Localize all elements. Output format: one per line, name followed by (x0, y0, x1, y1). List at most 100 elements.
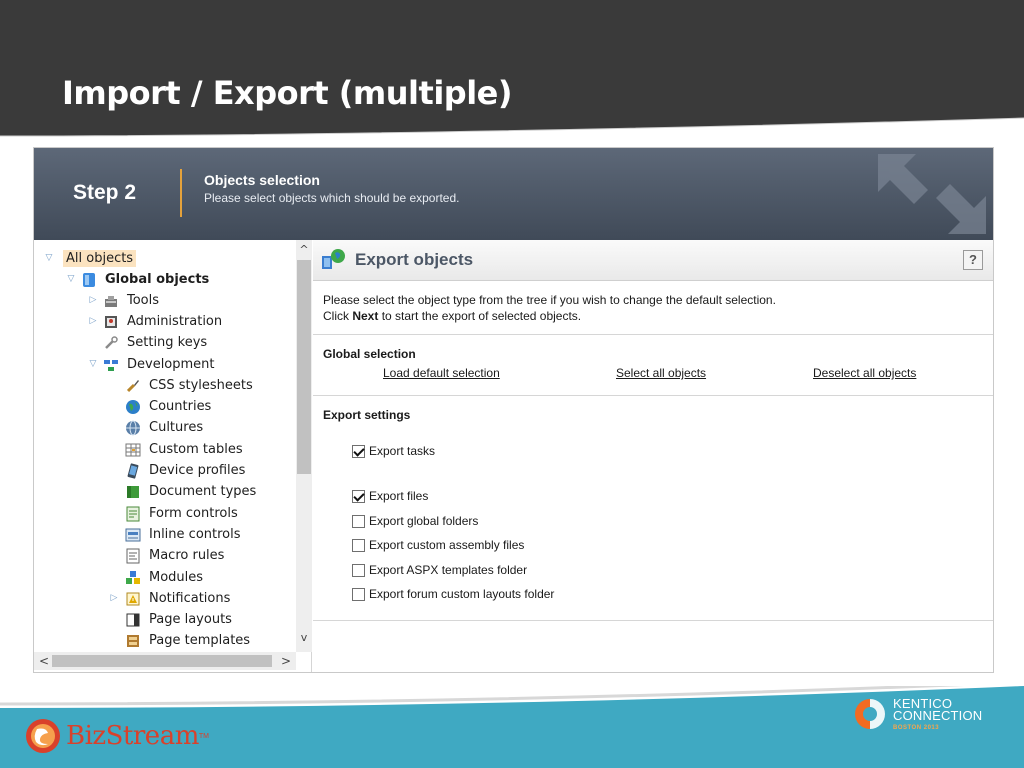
scrollbar-thumb[interactable] (52, 655, 272, 667)
tree-item-notifications[interactable]: Notifications (125, 588, 233, 609)
export-files-checkbox[interactable] (352, 489, 365, 503)
export-tasks-option[interactable]: Export tasks (352, 443, 435, 459)
kentico-connection-logo: KENTICO CONNECTION BOSTON 2013 (853, 697, 982, 735)
content-title: Export objects (355, 250, 474, 269)
scroll-up-icon[interactable]: ^ (296, 242, 312, 258)
export-tasks-checkbox[interactable] (352, 444, 365, 458)
export-aspx-templates-folder-checkbox[interactable] (352, 563, 365, 577)
kentico-line2: CONNECTION (893, 708, 983, 723)
tree-item-global-objects[interactable]: Global objects (81, 269, 212, 290)
tree-item-development[interactable]: Development (103, 354, 218, 375)
css-brush-icon (126, 379, 139, 392)
scroll-down-icon[interactable]: v (296, 630, 312, 646)
tree-item-page-templates[interactable]: Page templates (125, 630, 253, 651)
collapse-arrow-icon[interactable]: ▽ (44, 253, 54, 263)
help-button[interactable]: ? (963, 250, 983, 270)
tree-item-page-layouts[interactable]: Page layouts (125, 609, 235, 630)
export-forum-custom-layouts-folder-label: Export forum custom layouts folder (369, 587, 555, 601)
device-icon (127, 462, 139, 479)
export-tasks-label: Export tasks (369, 444, 436, 458)
bizstream-wordmark: BizStream (66, 721, 199, 751)
header-swoosh (0, 117, 1024, 142)
globe-icon (126, 399, 140, 414)
global-selection-title: Global selection (323, 347, 416, 361)
export-files-option[interactable]: Export files (352, 488, 428, 504)
tree-item-administration[interactable]: Administration (103, 311, 225, 332)
kentico-line3: BOSTON 2013 (893, 725, 940, 731)
content-header: Export objects ? (313, 240, 993, 281)
notifications-icon (126, 592, 140, 605)
wizard-header: Step 2 Objects selection Please select o… (34, 148, 993, 240)
tree-item-setting-keys[interactable]: Setting keys (103, 332, 210, 353)
step-title: Objects selection (204, 172, 320, 188)
export-global-folders-option[interactable]: Export global folders (352, 513, 478, 529)
info-message: Please select the object type from the t… (313, 282, 993, 335)
load-default-selection-link[interactable]: Load default selection (383, 366, 500, 380)
bizstream-logo-icon (26, 719, 60, 753)
select-all-objects-link[interactable]: Select all objects (616, 366, 706, 380)
export-custom-assembly-files-option[interactable]: Export custom assembly files (352, 537, 524, 553)
export-custom-assembly-files-checkbox[interactable] (352, 538, 365, 552)
tree-horizontal-scrollbar[interactable]: < > (34, 652, 296, 670)
deselect-all-objects-link[interactable]: Deselect all objects (813, 366, 916, 380)
info-text-prefix: Click (323, 309, 353, 323)
tree-item-countries[interactable]: Countries (125, 396, 214, 417)
tree-item-inline-controls[interactable]: Inline controls (125, 524, 244, 545)
export-global-folders-label: Export global folders (369, 514, 479, 528)
export-global-folders-checkbox[interactable] (352, 514, 365, 528)
expand-arrow-icon[interactable]: ▷ (88, 316, 98, 326)
export-files-label: Export files (369, 489, 429, 503)
scrollbar-thumb[interactable] (297, 260, 311, 474)
export-forum-custom-layouts-folder-option[interactable]: Export forum custom layouts folder (352, 586, 554, 602)
tree-item-cultures[interactable]: Cultures (125, 417, 206, 438)
global-selection-section: Global selection Load default selection … (313, 336, 993, 396)
tree-item-form-controls[interactable]: Form controls (125, 503, 241, 524)
tree-item-device-profiles[interactable]: Device profiles (125, 460, 248, 481)
export-aspx-templates-folder-option[interactable]: Export ASPX templates folder (352, 562, 527, 578)
bizstream-logo: BizStream TM (24, 717, 209, 755)
wrench-icon (105, 335, 118, 349)
kentico-text: KENTICO CONNECTION BOSTON 2013 (893, 697, 983, 734)
scroll-left-icon[interactable]: < (36, 652, 52, 670)
export-custom-assembly-files-label: Export custom assembly files (369, 538, 525, 552)
info-text-line1: Please select the object type from the t… (323, 293, 776, 307)
tree-item-all-objects[interactable]: All objects (63, 248, 137, 269)
tree-item-macro-rules[interactable]: Macro rules (125, 545, 227, 566)
export-settings-section: Export settings Export tasks Export file… (313, 397, 993, 621)
expand-arrow-icon[interactable]: ▷ (109, 593, 119, 603)
page-layouts-icon (126, 613, 140, 626)
export-forum-custom-layouts-folder-checkbox[interactable] (352, 587, 365, 601)
collapse-arrow-icon[interactable]: ▽ (66, 274, 76, 284)
info-text-suffix: to start the export of selected objects. (378, 309, 582, 323)
step-label: Step 2 (73, 181, 137, 204)
export-aspx-templates-folder-label: Export ASPX templates folder (369, 563, 528, 577)
info-text-next: Next (352, 309, 379, 323)
administration-icon (105, 315, 117, 328)
tree-item-modules[interactable]: Modules (125, 567, 206, 588)
object-tree: ▽ All objects ▽ Global objects ▷ Tools ▷… (34, 240, 312, 672)
tree-item-document-types[interactable]: Document types (125, 481, 259, 502)
modules-icon (126, 570, 140, 584)
table-icon (125, 443, 141, 456)
expand-arrow-icon[interactable]: ▷ (88, 295, 98, 305)
page-templates-icon (127, 634, 139, 647)
tree-item-custom-tables[interactable]: Custom tables (125, 439, 246, 460)
macro-rules-icon (126, 548, 140, 563)
kentico-logo-icon (855, 699, 885, 729)
bizstream-trademark: TM (198, 732, 209, 740)
step-description: Please select objects which should be ex… (204, 191, 460, 205)
tree-vertical-scrollbar[interactable]: ^ v (296, 240, 312, 652)
tree-item-tools[interactable]: Tools (103, 290, 162, 311)
global-objects-icon (83, 272, 95, 287)
step-divider (180, 169, 182, 217)
scroll-right-icon[interactable]: > (278, 652, 294, 670)
export-wizard-window: Step 2 Objects selection Please select o… (33, 147, 994, 673)
content-panel: Export objects ? Please select the objec… (313, 240, 993, 672)
development-icon (104, 359, 118, 371)
document-types-icon (127, 485, 139, 498)
tree-item-css-stylesheets[interactable]: CSS stylesheets (125, 375, 256, 396)
export-objects-icon (322, 249, 345, 269)
slide-title: Import / Export (multiple) (62, 74, 512, 112)
cultures-icon (126, 420, 140, 435)
collapse-arrow-icon[interactable]: ▽ (88, 359, 98, 369)
